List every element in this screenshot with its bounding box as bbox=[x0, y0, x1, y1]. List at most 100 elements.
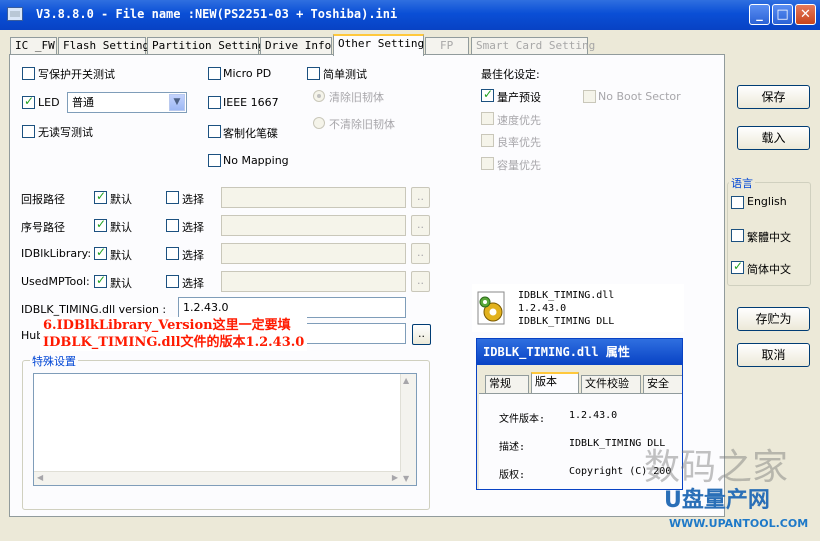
timing-version-input[interactable]: 1.2.43.0 bbox=[178, 297, 406, 318]
optimize-capacity-checkbox[interactable] bbox=[481, 157, 494, 170]
led-mode-select[interactable]: 普通 ▼ bbox=[67, 92, 187, 113]
serial-path-default-checkbox[interactable] bbox=[94, 217, 107, 232]
write-protect-test-checkbox[interactable] bbox=[22, 67, 35, 80]
serial-path-default-label: 默认 bbox=[110, 221, 132, 234]
chevron-down-icon[interactable]: ▼ bbox=[169, 94, 185, 111]
write-protect-test-label: 写保护开关测试 bbox=[38, 68, 115, 81]
simple-test-label: 简单测试 bbox=[323, 68, 367, 81]
prop-desc-label: 描述: bbox=[499, 442, 526, 453]
tab-flash-setting[interactable]: Flash Setting bbox=[58, 37, 149, 55]
close-button[interactable]: ✕ bbox=[795, 4, 816, 25]
clear-old-fw-radio[interactable] bbox=[313, 90, 325, 102]
load-button[interactable]: 载入 bbox=[737, 126, 810, 150]
optimize-heading: 最佳化设定: bbox=[481, 68, 540, 81]
ieee1667-label: IEEE 1667 bbox=[223, 96, 279, 109]
tab-fp[interactable]: FP bbox=[425, 37, 469, 55]
scroll-up-icon[interactable]: ▲ bbox=[403, 376, 409, 385]
special-settings-label: 特殊设置 bbox=[30, 353, 78, 369]
idblk-library-select-checkbox[interactable] bbox=[166, 247, 179, 260]
serial-path-browse-button[interactable]: .. bbox=[411, 215, 430, 236]
file-name: IDBLK_TIMING.dll bbox=[518, 290, 615, 301]
english-checkbox[interactable] bbox=[731, 196, 744, 209]
tab-ic-fw[interactable]: IC _FW bbox=[10, 37, 57, 55]
simplified-chinese-checkbox[interactable] bbox=[731, 259, 744, 274]
micro-pd-checkbox[interactable] bbox=[208, 67, 221, 80]
special-settings-textarea[interactable]: ▲ ▼ ◀ ▶ bbox=[33, 373, 417, 486]
horizontal-scrollbar[interactable]: ◀ ▶ bbox=[34, 471, 401, 485]
optimize-speed-checkbox[interactable] bbox=[481, 112, 494, 125]
tab-security[interactable]: 安全 bbox=[643, 375, 682, 393]
traditional-chinese-checkbox[interactable] bbox=[731, 229, 744, 242]
tab-drive-info[interactable]: Drive Info bbox=[260, 37, 332, 55]
traditional-chinese-label: 繁體中文 bbox=[747, 231, 791, 244]
maximize-button[interactable]: □ bbox=[772, 4, 793, 25]
used-mptool-label: UsedMPTool: bbox=[21, 275, 90, 288]
tab-partition-setting[interactable]: Partition Setting bbox=[147, 37, 265, 55]
used-mptool-default-checkbox[interactable] bbox=[94, 273, 107, 288]
optimize-yield-checkbox[interactable] bbox=[481, 134, 494, 147]
watermark-url: WWW.UPANTOOL.COM bbox=[669, 517, 809, 530]
scrollbar[interactable]: ▲ ▼ bbox=[400, 374, 416, 485]
optimize-default-label: 量产预设 bbox=[497, 91, 541, 104]
prop-version-value: 1.2.43.0 bbox=[569, 410, 618, 421]
idblk-library-select-label: 选择 bbox=[182, 249, 204, 262]
dll-file-icon bbox=[477, 291, 505, 325]
serial-path-label: 序号路径 bbox=[21, 221, 65, 234]
minimize-button[interactable]: _ bbox=[749, 4, 770, 25]
annotation-note: 6.IDBlkLibrary_Version这里一定要填 IDBLK_TIMIN… bbox=[40, 317, 308, 351]
save-as-button[interactable]: 存贮为 bbox=[737, 307, 810, 331]
report-path-select-checkbox[interactable] bbox=[166, 191, 179, 204]
idblk-library-field[interactable] bbox=[221, 243, 406, 264]
custom-disk-checkbox[interactable] bbox=[208, 125, 221, 138]
scroll-down-icon[interactable]: ▼ bbox=[403, 474, 409, 483]
file-version: 1.2.43.0 bbox=[518, 303, 567, 314]
report-path-field[interactable] bbox=[221, 187, 406, 208]
simple-test-checkbox[interactable] bbox=[307, 67, 320, 80]
report-path-label: 回报路径 bbox=[21, 193, 65, 206]
tab-version[interactable]: 版本 bbox=[531, 372, 579, 394]
window-title: V3.8.8.0 - File name :NEW(PS2251-03 + To… bbox=[36, 7, 398, 21]
used-mptool-browse-button[interactable]: .. bbox=[411, 271, 430, 292]
maximize-icon: □ bbox=[776, 7, 789, 22]
tab-other-setting[interactable]: Other Setting bbox=[333, 34, 424, 56]
report-path-default-checkbox[interactable] bbox=[94, 189, 107, 204]
custom-disk-label: 客制化笔碟 bbox=[223, 127, 278, 140]
keep-old-fw-label: 不清除旧韧体 bbox=[329, 118, 395, 131]
minimize-icon: _ bbox=[756, 7, 763, 22]
idblk-library-label: IDBlkLibrary: bbox=[21, 247, 92, 260]
led-mode-value: 普通 bbox=[72, 96, 94, 109]
watermark-logo: U盘量产网 bbox=[664, 488, 770, 513]
save-button[interactable]: 保存 bbox=[737, 85, 810, 109]
timing-version-label: IDBLK_TIMING.dll version : bbox=[21, 303, 167, 316]
tab-smart-card-setting[interactable]: Smart Card Setting bbox=[471, 37, 595, 55]
no-boot-sector-checkbox[interactable] bbox=[583, 90, 596, 103]
file-info-overlay: IDBLK_TIMING.dll 1.2.43.0 IDBLK_TIMING D… bbox=[472, 284, 684, 332]
micro-pd-label: Micro PD bbox=[223, 67, 272, 80]
led-label: LED bbox=[38, 96, 60, 109]
timing-version-value: 1.2.43.0 bbox=[183, 301, 229, 314]
no-mapping-checkbox[interactable] bbox=[208, 154, 221, 167]
keep-old-fw-radio[interactable] bbox=[313, 117, 325, 129]
tab-general[interactable]: 常规 bbox=[485, 375, 529, 393]
optimize-default-checkbox[interactable] bbox=[481, 87, 494, 102]
scroll-left-icon[interactable]: ◀ bbox=[37, 473, 43, 482]
used-mptool-select-checkbox[interactable] bbox=[166, 275, 179, 288]
idblk-library-browse-button[interactable]: .. bbox=[411, 243, 430, 264]
serial-path-select-checkbox[interactable] bbox=[166, 219, 179, 232]
tab-file-checksum[interactable]: 文件校验 bbox=[581, 375, 641, 393]
idblk-library-default-checkbox[interactable] bbox=[94, 245, 107, 260]
cancel-button[interactable]: 取消 bbox=[737, 343, 810, 367]
serial-path-select-label: 选择 bbox=[182, 221, 204, 234]
annotation-line-1: 6.IDBlkLibrary_Version这里一定要填 bbox=[43, 318, 291, 333]
used-mptool-field[interactable] bbox=[221, 271, 406, 292]
simplified-chinese-label: 简体中文 bbox=[747, 263, 791, 276]
report-path-browse-button[interactable]: .. bbox=[411, 187, 430, 208]
properties-title: IDBLK_TIMING.dll 属性 bbox=[477, 339, 682, 365]
scroll-right-icon[interactable]: ▶ bbox=[392, 473, 398, 482]
report-path-default-label: 默认 bbox=[110, 193, 132, 206]
no-rw-test-checkbox[interactable] bbox=[22, 125, 35, 138]
hub-browse-button[interactable]: .. bbox=[412, 324, 431, 345]
serial-path-field[interactable] bbox=[221, 215, 406, 236]
led-checkbox[interactable] bbox=[22, 94, 35, 109]
ieee1667-checkbox[interactable] bbox=[208, 96, 221, 109]
